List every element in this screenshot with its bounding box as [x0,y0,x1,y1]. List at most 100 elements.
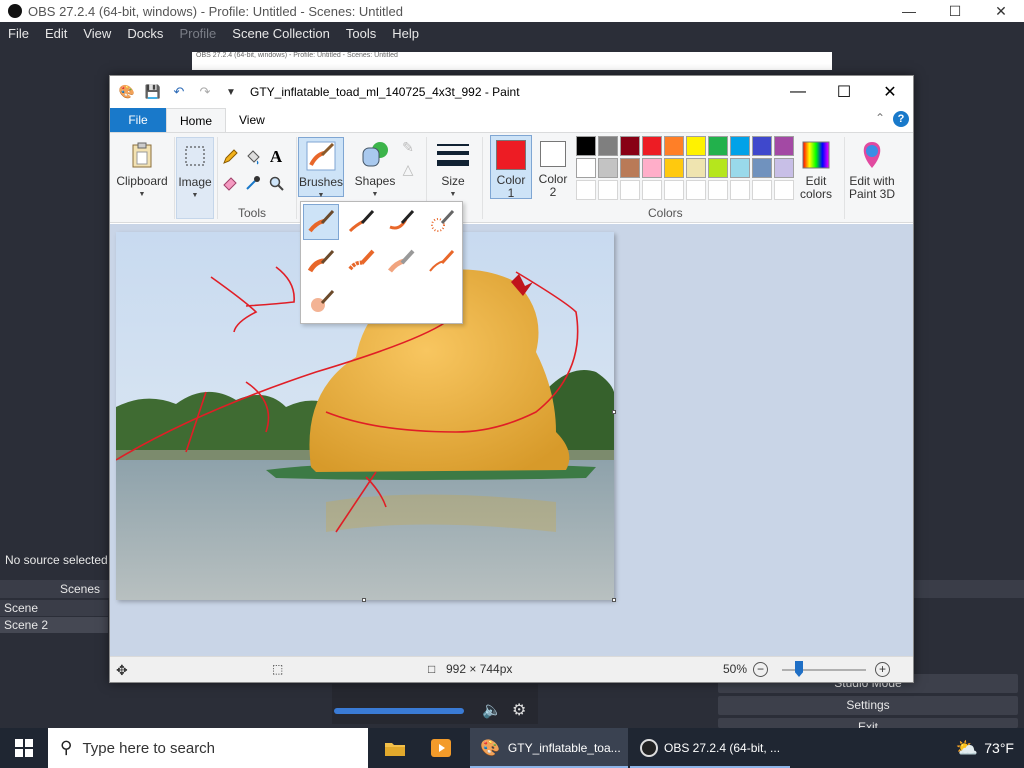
color-swatch[interactable] [664,136,684,156]
color-swatch[interactable] [774,158,794,178]
obs-menu-docks[interactable]: Docks [119,26,171,41]
zoom-slider[interactable] [782,669,866,671]
oil-brush-option[interactable] [303,244,339,280]
volume-slider[interactable] [334,708,464,714]
color-swatch[interactable] [664,158,684,178]
custom-color-slot[interactable] [752,180,772,200]
clipboard-button[interactable]: Clipboard ▼ [114,137,170,201]
paint-taskbar-button[interactable]: 🎨 GTY_inflatable_toa... [470,728,628,768]
color1-button[interactable]: Color 1 [490,135,532,200]
resize-handle-right[interactable] [612,410,616,414]
calligraphy-brush-1-option[interactable] [343,204,379,240]
obs-menu-scene-collection[interactable]: Scene Collection [224,26,338,41]
settings-button[interactable]: Settings [718,696,1018,715]
minimize-icon[interactable]: — [775,76,821,108]
help-icon[interactable]: ? [893,111,909,127]
obs-menu-view[interactable]: View [75,26,119,41]
color-swatch[interactable] [576,158,596,178]
obs-menu-help[interactable]: Help [384,26,427,41]
custom-color-slot[interactable] [730,180,750,200]
obs-menu-file[interactable]: File [0,26,37,41]
tab-home[interactable]: Home [166,108,227,132]
eraser-icon[interactable] [220,173,240,193]
zoom-slider-thumb[interactable] [795,661,803,677]
calligraphy-brush-2-option[interactable] [383,204,419,240]
airbrush-option[interactable] [423,204,459,240]
minimize-icon[interactable]: — [886,0,932,22]
brushes-button[interactable]: Brushes ▼ [298,137,344,199]
media-app-taskbar-button[interactable] [424,728,458,768]
magnifier-icon[interactable] [266,173,286,193]
custom-color-slot[interactable] [576,180,596,200]
custom-color-slot[interactable] [620,180,640,200]
color-swatch[interactable] [576,136,596,156]
color-swatch[interactable] [598,158,618,178]
customize-toolbar-icon[interactable]: ▼ [222,83,240,101]
undo-icon[interactable]: ↶ [170,83,188,101]
obs-menu-edit[interactable]: Edit [37,26,75,41]
edit-colors-button[interactable]: Edit colors [794,137,838,201]
zoom-out-button[interactable]: − [753,662,768,677]
crayon-option[interactable] [343,244,379,280]
tab-view[interactable]: View [226,108,278,132]
save-icon[interactable]: 💾 [144,83,162,101]
tab-file[interactable]: File [110,108,166,132]
color-swatch[interactable] [642,136,662,156]
brush-option[interactable] [303,204,339,240]
image-button[interactable]: Image ▼ [176,137,214,219]
temperature-label[interactable]: 73°F [984,740,1014,756]
color-swatch[interactable] [708,136,728,156]
resize-handle-corner[interactable] [612,598,616,602]
color-swatch[interactable] [686,136,706,156]
redo-icon[interactable]: ↷ [196,83,214,101]
scene-item[interactable]: Scene 2 [0,617,108,633]
scene-item[interactable]: Scene [0,600,108,616]
taskbar-search[interactable]: ⚲ Type here to search [48,728,368,768]
gear-icon[interactable]: ⚙ [512,700,526,720]
obs-menu-tools[interactable]: Tools [338,26,384,41]
custom-color-slot[interactable] [708,180,728,200]
pencil-icon[interactable] [220,147,240,167]
custom-color-slot[interactable] [598,180,618,200]
zoom-in-button[interactable]: + [875,662,890,677]
marker-option[interactable] [383,244,419,280]
color-swatch[interactable] [620,158,640,178]
color2-button[interactable]: Color 2 [534,135,572,199]
weather-cloud-icon[interactable]: ⛅ [956,738,978,759]
custom-color-slot[interactable] [686,180,706,200]
paint-app-icon[interactable]: 🎨 [118,83,136,101]
color-swatch[interactable] [708,158,728,178]
text-icon[interactable]: A [266,147,286,167]
resize-handle-bottom[interactable] [362,598,366,602]
color-swatch[interactable] [642,158,662,178]
fill-icon[interactable] [243,147,263,167]
collapse-ribbon-icon[interactable]: ⌃ [875,111,885,125]
color-swatch[interactable] [620,136,640,156]
color-swatch[interactable] [774,136,794,156]
outline-icon[interactable]: ✎ [398,137,418,157]
natural-pencil-option[interactable] [423,244,459,280]
obs-menu-profile[interactable]: Profile [171,26,224,41]
custom-color-slot[interactable] [774,180,794,200]
size-button[interactable]: Size ▼ [432,137,474,201]
color-swatch[interactable] [686,158,706,178]
color-swatch[interactable] [730,136,750,156]
edit-with-paint3d-button[interactable]: Edit with Paint 3D [846,137,898,201]
exit-button[interactable]: Exit [718,718,1018,728]
start-button[interactable] [0,728,48,768]
color-picker-icon[interactable] [243,173,263,193]
obs-taskbar-button[interactable]: OBS 27.2.4 (64-bit, ... [630,728,790,768]
canvas-area[interactable] [110,224,913,656]
maximize-icon[interactable]: ☐ [821,76,867,108]
close-icon[interactable]: ✕ [978,0,1024,22]
watercolor-brush-option[interactable] [303,284,339,320]
custom-color-slot[interactable] [664,180,684,200]
maximize-icon[interactable]: ☐ [932,0,978,22]
custom-color-slot[interactable] [642,180,662,200]
shapes-button[interactable]: Shapes ▼ [350,137,400,201]
speaker-icon[interactable]: 🔈 [482,700,502,720]
shape-fill-icon[interactable]: △ [398,159,418,179]
file-explorer-taskbar-button[interactable] [378,728,412,768]
close-icon[interactable]: ✕ [867,76,913,108]
color-swatch[interactable] [752,136,772,156]
